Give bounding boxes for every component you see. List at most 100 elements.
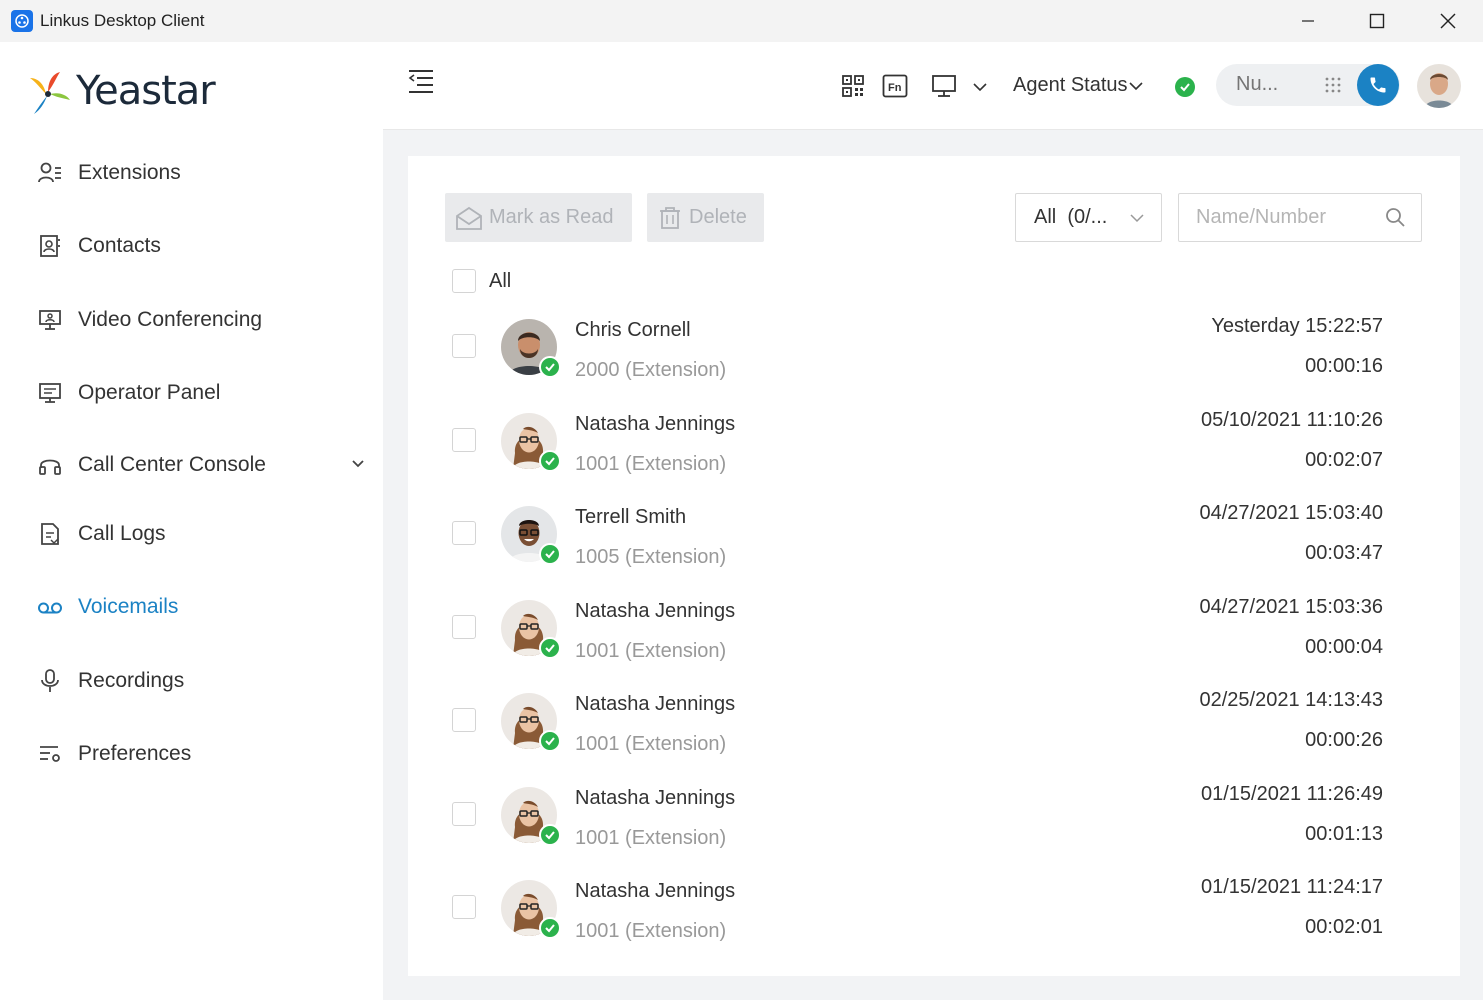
search-icon[interactable] [1385, 207, 1405, 232]
linkus-app-icon [11, 10, 33, 32]
filter-value: All (0/... [1034, 206, 1108, 228]
row-checkbox[interactable] [452, 895, 476, 919]
function-key-icon[interactable]: Fn [882, 74, 908, 103]
qr-code-icon[interactable] [841, 74, 865, 103]
sidebar-item-call-center-console[interactable]: Call Center Console [36, 445, 366, 485]
sidebar-item-extensions[interactable]: Extensions [36, 153, 366, 193]
row-checkbox[interactable] [452, 427, 476, 452]
online-check-icon [539, 823, 561, 846]
voicemail-duration: 00:00:26 [1305, 729, 1383, 751]
call-logs-icon [36, 520, 64, 548]
voicemail-row[interactable]: Terrell Smith 1005 (Extension) 04/27/202… [408, 502, 1460, 599]
row-checkbox[interactable] [452, 708, 476, 732]
voicemail-time: 04/27/2021 15:03:36 [1199, 595, 1383, 618]
row-checkbox[interactable] [452, 801, 476, 826]
brand-name: Yeastar [76, 68, 216, 114]
online-check-icon [539, 917, 561, 939]
preferences-icon [36, 740, 64, 768]
sidebar-item-label: Contacts [78, 234, 161, 257]
minimize-button[interactable] [1273, 0, 1343, 42]
select-all-checkbox[interactable] [452, 269, 476, 293]
microphone-icon [36, 667, 64, 695]
maximize-button[interactable] [1342, 0, 1412, 42]
voicemail-row[interactable]: Natasha Jennings 1001 (Extension) 04/27/… [408, 596, 1460, 693]
contact-name: Terrell Smith [575, 506, 687, 528]
sidebar-item-label: Operator Panel [78, 381, 221, 404]
top-header: Fn Agent Status [383, 42, 1483, 130]
chevron-down-icon [1128, 81, 1143, 90]
headset-icon [36, 451, 64, 479]
voicemail-row[interactable]: Natasha Jennings 1001 (Extension) 02/25/… [408, 689, 1460, 786]
filter-select[interactable]: All (0/... [1015, 193, 1162, 242]
sidebar-item-label: Voicemails [78, 595, 179, 618]
sidebar-item-voicemails[interactable]: Voicemails [36, 587, 366, 627]
sidebar-item-label: Call Center Console [78, 453, 266, 476]
sidebar-item-preferences[interactable]: Preferences [36, 734, 366, 774]
voicemail-time: 01/15/2021 11:26:49 [1200, 782, 1383, 805]
contact-number: 1001 (Extension) [575, 452, 727, 475]
contact-name: Chris Cornell [575, 319, 691, 341]
voicemail-time: 02/25/2021 14:13:43 [1199, 689, 1383, 711]
agent-status-label: Agent Status [1013, 74, 1128, 96]
voicemail-duration: 00:01:13 [1305, 822, 1383, 845]
yeastar-logo: Yeastar [26, 64, 216, 118]
contact-name: Natasha Jennings [575, 693, 736, 715]
mark-as-read-button[interactable]: Mark as Read [445, 193, 632, 242]
agent-status-dropdown[interactable]: Agent Status [1013, 74, 1144, 97]
search-box [1178, 193, 1422, 242]
voicemail-row[interactable]: Chris Cornell 2000 (Extension) Yesterday… [408, 315, 1460, 412]
sidebar-item-video-conferencing[interactable]: Video Conferencing [36, 300, 366, 340]
sidebar-item-contacts[interactable]: Contacts [36, 226, 366, 266]
contact-name: Natasha Jennings [575, 599, 736, 622]
voicemail-duration: 00:02:01 [1305, 916, 1383, 938]
contact-number: 1001 (Extension) [575, 920, 727, 942]
voicemail-panel: Mark as Read Delete All (0/... All Chris… [408, 156, 1460, 976]
close-button[interactable] [1413, 0, 1483, 42]
voicemail-duration: 00:00:16 [1305, 355, 1383, 377]
title-bar: Linkus Desktop Client [0, 0, 1483, 42]
contact-number: 1005 (Extension) [575, 546, 727, 568]
select-all-label: All [489, 269, 512, 292]
sidebar-item-recordings[interactable]: Recordings [36, 661, 366, 701]
monitor-icon[interactable] [931, 74, 957, 103]
voicemail-row[interactable]: Natasha Jennings 1001 (Extension) 05/10/… [408, 409, 1460, 506]
row-checkbox[interactable] [452, 334, 476, 358]
contact-number: 1001 (Extension) [575, 733, 727, 755]
sidebar-item-call-logs[interactable]: Call Logs [36, 514, 366, 554]
call-button[interactable] [1357, 64, 1399, 106]
window-title: Linkus Desktop Client [40, 11, 205, 30]
sidebar-item-operator-panel[interactable]: Operator Panel [36, 373, 366, 413]
delete-button[interactable]: Delete [647, 193, 764, 242]
user-avatar[interactable] [1417, 64, 1461, 108]
row-checkbox[interactable] [452, 614, 476, 639]
dial-number-input[interactable] [1236, 73, 1296, 96]
envelope-open-icon [456, 206, 482, 230]
operator-panel-icon [36, 379, 64, 407]
chevron-down-icon[interactable] [350, 455, 366, 476]
voicemail-time: 01/15/2021 11:24:17 [1200, 876, 1383, 898]
row-checkbox[interactable] [452, 521, 476, 545]
delete-label: Delete [689, 206, 747, 228]
sidebar-item-label: Call Logs [78, 522, 166, 545]
contact-name: Natasha Jennings [575, 786, 736, 809]
mark-as-read-label: Mark as Read [489, 206, 614, 228]
search-input[interactable] [1196, 206, 1376, 229]
sidebar-item-label: Recordings [78, 669, 185, 692]
phone-icon [1370, 77, 1386, 93]
voicemail-time: 05/10/2021 11:10:26 [1200, 408, 1383, 431]
keypad-icon[interactable] [1324, 76, 1342, 99]
online-check-icon [539, 356, 561, 378]
online-check-icon [539, 730, 561, 752]
contact-name: Natasha Jennings [575, 880, 736, 902]
yeastar-logo-icon [30, 72, 70, 114]
voicemail-row[interactable]: Natasha Jennings 1001 (Extension) 01/15/… [408, 783, 1460, 880]
chevron-down-icon [1129, 209, 1145, 232]
voicemail-icon [36, 593, 64, 621]
voicemail-time: 04/27/2021 15:03:40 [1199, 502, 1383, 524]
online-status-icon[interactable] [1175, 77, 1195, 97]
collapse-menu-icon[interactable] [407, 68, 435, 99]
chevron-down-icon[interactable] [972, 80, 988, 98]
voicemail-row[interactable]: Natasha Jennings 1001 (Extension) 01/15/… [408, 876, 1460, 973]
extensions-icon [36, 159, 64, 187]
voicemail-time: Yesterday 15:22:57 [1211, 315, 1383, 337]
